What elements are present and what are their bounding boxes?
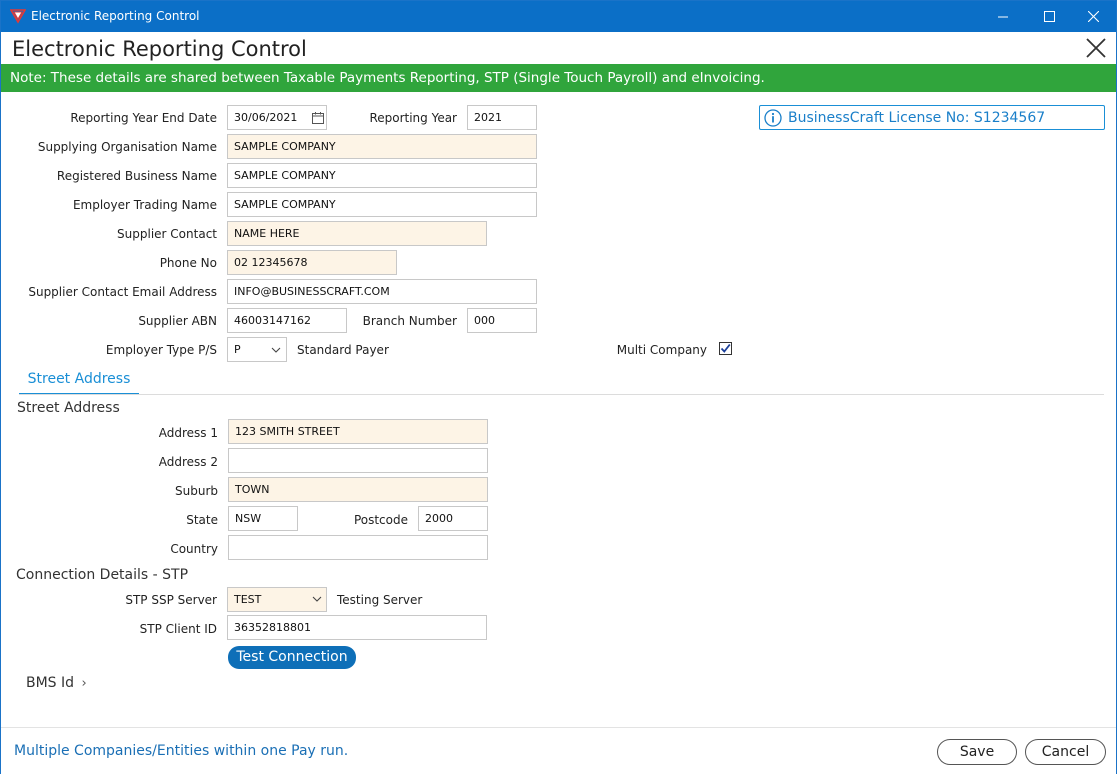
close-icon: [1087, 11, 1099, 22]
license-number: BusinessCraft License No: S1234567: [788, 110, 1046, 126]
employer-trading-name-label: Employer Trading Name: [72, 198, 217, 212]
supplier-abn-label: Supplier ABN: [138, 314, 217, 328]
address1-label: Address 1: [158, 426, 218, 440]
country-label: Country: [170, 542, 218, 556]
dialog-close-icon[interactable]: [1084, 36, 1108, 60]
minimize-button[interactable]: [980, 1, 1026, 32]
supplier-contact-label: Supplier Contact: [117, 227, 217, 241]
bms-id-expander[interactable]: BMS Id ›: [26, 675, 87, 691]
connection-details-section-title: Connection Details - STP: [16, 567, 189, 583]
phone-no-field[interactable]: 02 12345678: [227, 250, 397, 275]
minimize-icon: [998, 16, 1008, 17]
registered-business-name-label: Registered Business Name: [56, 169, 217, 183]
state-label: State: [186, 513, 218, 527]
tab-street-address[interactable]: Street Address: [19, 368, 139, 395]
supplier-email-label: Supplier Contact Email Address: [28, 285, 217, 299]
window-title: Electronic Reporting Control: [31, 9, 200, 23]
checkmark-icon: [720, 343, 731, 353]
stp-client-id-field[interactable]: 36352818801: [227, 615, 487, 640]
suburb-label: Suburb: [175, 484, 218, 498]
reporting-year-field[interactable]: 2021: [467, 105, 537, 130]
state-field[interactable]: NSW: [228, 506, 298, 531]
stp-client-id-label: STP Client ID: [139, 622, 217, 636]
supplier-email-field[interactable]: INFO@BUSINESSCRAFT.COM: [227, 279, 537, 304]
supplying-org-name-label: Supplying Organisation Name: [37, 140, 217, 154]
license-info-box: BusinessCraft License No: S1234567: [759, 105, 1105, 130]
stp-ssp-server-value: TEST: [234, 593, 262, 606]
bms-id-label: BMS Id: [26, 675, 75, 691]
multi-company-label: Multi Company: [616, 343, 707, 357]
reporting-year-label: Reporting Year: [369, 111, 457, 125]
tab-divider: [19, 394, 1104, 395]
multi-company-checkbox[interactable]: [719, 342, 732, 355]
postcode-field[interactable]: 2000: [418, 506, 488, 531]
address2-label: Address 2: [158, 455, 218, 469]
branch-number-label: Branch Number: [362, 314, 457, 328]
note-banner: Note: These details are shared between T…: [1, 64, 1116, 92]
stp-ssp-server-description: Testing Server: [337, 593, 423, 607]
employer-type-description: Standard Payer: [297, 343, 389, 357]
registered-business-name-field[interactable]: SAMPLE COMPANY: [227, 163, 537, 188]
reporting-year-end-date-label: Reporting Year End Date: [70, 111, 217, 125]
supplier-abn-field[interactable]: 46003147162: [227, 308, 347, 333]
app-logo-icon: [10, 9, 26, 24]
employer-type-value: P: [234, 343, 241, 356]
supplying-org-name-field[interactable]: SAMPLE COMPANY: [227, 134, 537, 159]
suburb-field[interactable]: TOWN: [228, 477, 488, 502]
employer-type-label: Employer Type P/S: [105, 343, 217, 357]
chevron-down-icon: [271, 347, 281, 353]
stp-ssp-server-label: STP SSP Server: [125, 593, 217, 607]
country-field[interactable]: [228, 535, 488, 560]
phone-no-label: Phone No: [159, 256, 217, 270]
address2-field[interactable]: [228, 448, 488, 473]
info-icon: [764, 109, 782, 127]
calendar-icon[interactable]: [312, 112, 324, 124]
chevron-down-icon: [312, 596, 322, 602]
street-address-section-title: Street Address: [17, 400, 120, 416]
maximize-icon: [1043, 11, 1055, 22]
page-title: Electronic Reporting Control: [12, 37, 307, 61]
save-button[interactable]: Save: [937, 739, 1017, 765]
postcode-label: Postcode: [353, 513, 408, 527]
chevron-right-icon: ›: [81, 676, 87, 691]
window-close-button[interactable]: [1070, 1, 1116, 32]
branch-number-field[interactable]: 000: [467, 308, 537, 333]
title-bar: Electronic Reporting Control: [1, 1, 1116, 32]
cancel-button[interactable]: Cancel: [1025, 739, 1106, 765]
employer-trading-name-field[interactable]: SAMPLE COMPANY: [227, 192, 537, 217]
test-connection-button[interactable]: Test Connection: [228, 646, 356, 669]
address1-field[interactable]: 123 SMITH STREET: [228, 419, 488, 444]
footer-note: Multiple Companies/Entities within one P…: [14, 743, 349, 759]
electronic-reporting-window: Electronic Reporting Control Electronic …: [0, 0, 1117, 774]
reporting-year-end-date-value: 30/06/2021: [234, 111, 298, 124]
supplier-contact-field[interactable]: NAME HERE: [227, 221, 487, 246]
maximize-button[interactable]: [1026, 1, 1072, 32]
